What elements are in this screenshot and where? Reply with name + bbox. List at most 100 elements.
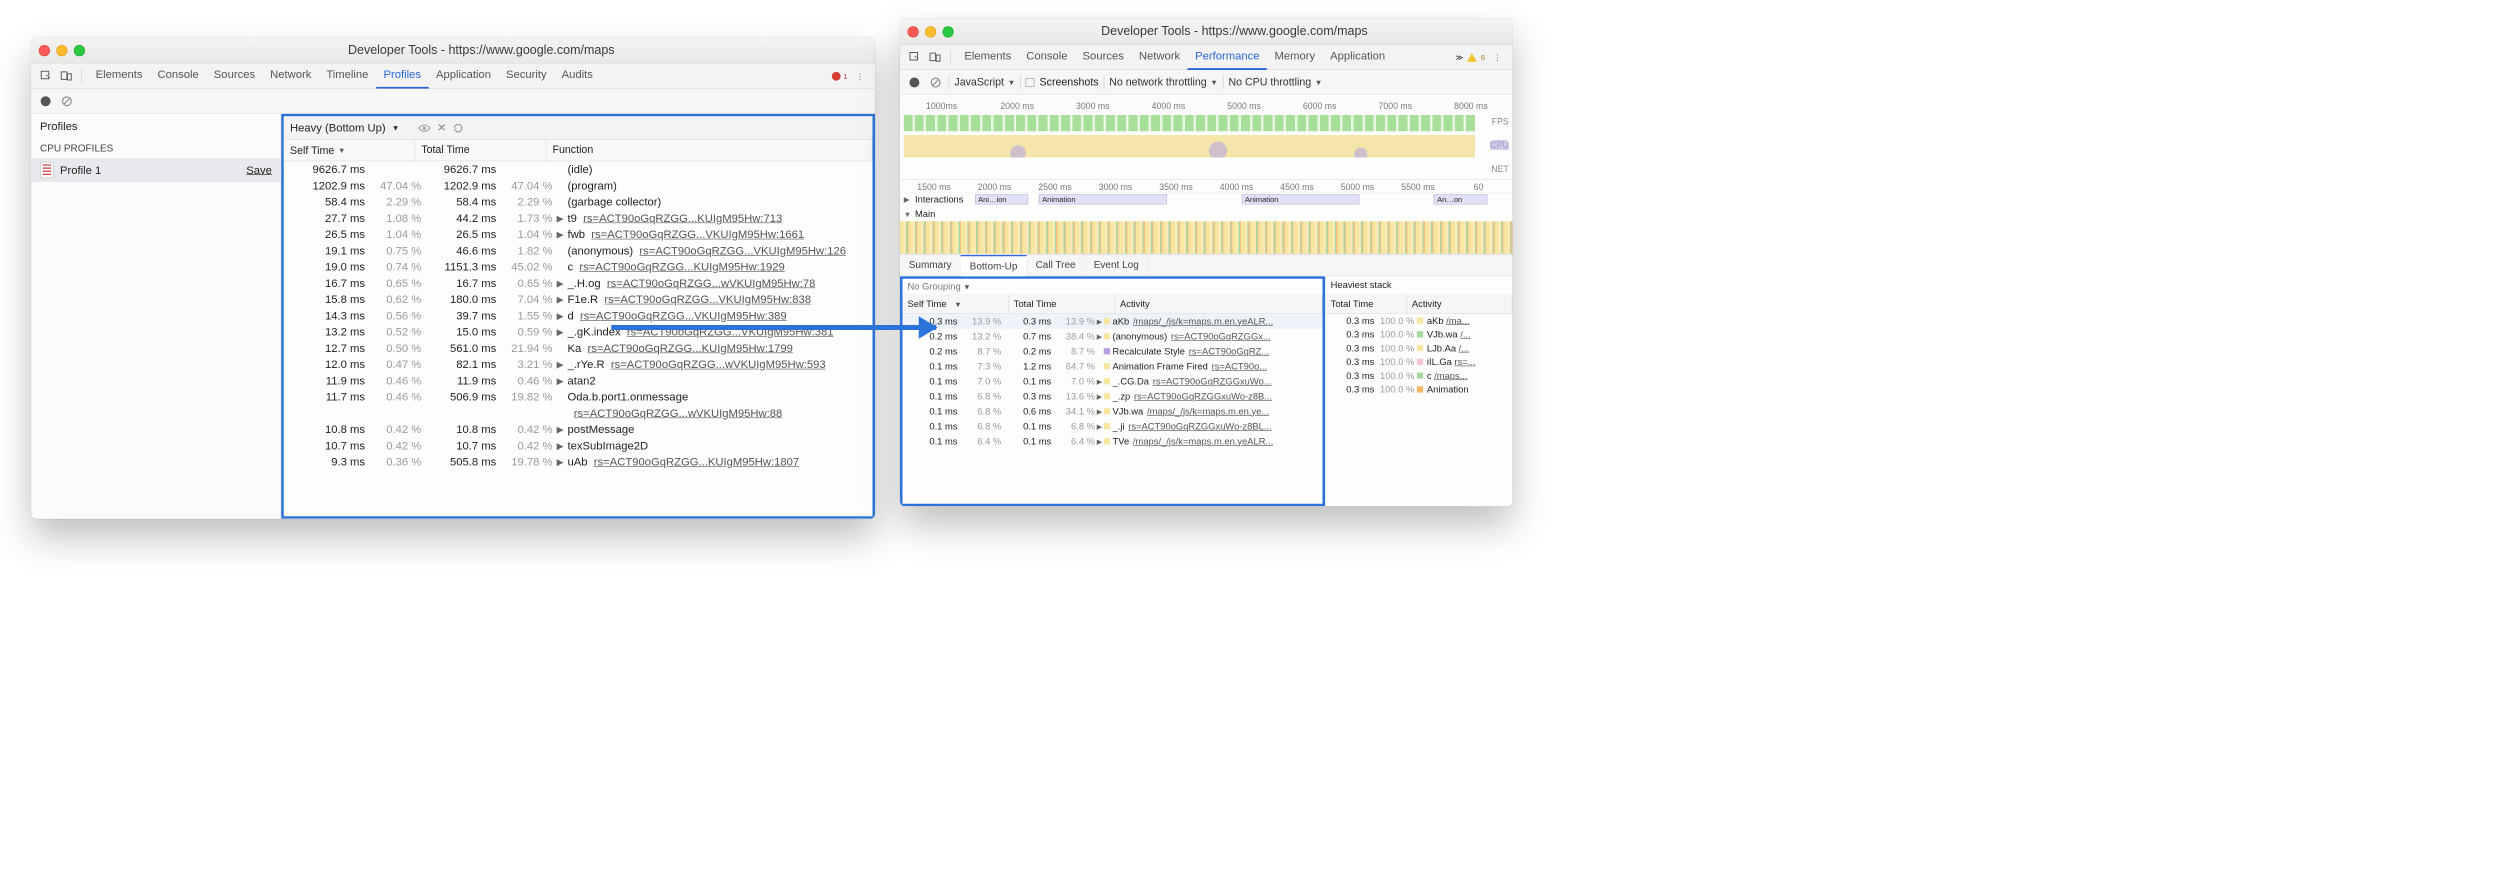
overview-time-ruler[interactable]: 1000ms2000 ms3000 ms4000 ms5000 ms6000 m…	[900, 95, 1513, 111]
minimize-dot[interactable]	[56, 45, 67, 56]
save-link[interactable]: Save	[246, 163, 272, 176]
table-row[interactable]: 9.3 ms0.36 %505.8 ms19.78 %▶uAbrs=ACT90o…	[284, 454, 873, 470]
expand-icon[interactable]: ▶	[553, 424, 568, 435]
device-toggle-icon[interactable]	[58, 67, 76, 85]
titlebar[interactable]: Developer Tools - https://www.google.com…	[900, 19, 1513, 45]
tab-network[interactable]: Network	[263, 63, 319, 89]
animation-bar[interactable]: Animation	[1039, 195, 1167, 205]
clear-button[interactable]	[928, 74, 944, 90]
tab-memory[interactable]: Memory	[1267, 44, 1323, 70]
source-link[interactable]: rs=ACT90oGqRZGG...wVKUIgM95Hw:78	[607, 277, 816, 290]
source-link[interactable]: rs=ACT90oGqRZ...	[1189, 346, 1269, 357]
zoom-dot[interactable]	[74, 45, 85, 56]
col-activity[interactable]: Activity	[1115, 295, 1323, 313]
col-function[interactable]: Function	[546, 140, 872, 161]
tab-elements[interactable]: Elements	[88, 63, 150, 89]
table-row[interactable]: 10.7 ms0.42 %10.7 ms0.42 %▶texSubImage2D	[284, 438, 873, 454]
record-button[interactable]	[38, 93, 54, 109]
expand-icon[interactable]: ▶	[553, 440, 568, 451]
table-row[interactable]: 12.0 ms0.47 %82.1 ms3.21 %▶_.rYe.Rrs=ACT…	[284, 356, 873, 372]
source-link[interactable]: rs=ACT90oGqRZGG...wVKUIgM95Hw:88	[574, 407, 783, 420]
col-total-time[interactable]: Total Time	[1009, 295, 1115, 313]
source-link[interactable]: /maps...	[1434, 370, 1467, 381]
expand-icon[interactable]: ▶	[1095, 422, 1104, 430]
expand-icon[interactable]: ▶	[904, 195, 912, 204]
source-link[interactable]: /...	[1460, 329, 1470, 340]
titlebar[interactable]: Developer Tools - https://www.google.com…	[31, 38, 875, 64]
table-row[interactable]: 0.3 ms100.0 %c /maps...	[1326, 369, 1513, 383]
clear-button[interactable]	[59, 93, 75, 109]
table-row[interactable]: rs=ACT90oGqRZGG...wVKUIgM95Hw:88	[284, 405, 873, 421]
source-link[interactable]: rs=ACT90oGqRZGGxuWo...	[1153, 376, 1272, 387]
chevron-down-icon[interactable]: ▼	[392, 123, 399, 132]
view-select[interactable]: Heavy (Bottom Up)	[290, 121, 386, 134]
animation-bar[interactable]: An…on	[1434, 195, 1487, 205]
source-link[interactable]: rs=...	[1454, 357, 1475, 368]
main-track-header[interactable]: ▼ Main	[900, 207, 1513, 221]
expand-icon[interactable]: ▶	[1095, 407, 1104, 415]
animation-bar[interactable]: Animation	[1242, 195, 1359, 205]
bottom-up-rows[interactable]: 0.3 ms13.9 %0.3 ms13.9 %▶aKb/maps/_/js/k…	[903, 314, 1323, 504]
source-link[interactable]: rs=ACT90oGqRZGG...KUIgM95Hw:1807	[594, 455, 799, 468]
tab-audits[interactable]: Audits	[554, 63, 600, 89]
table-row[interactable]: 9626.7 ms9626.7 ms(idle)	[284, 161, 873, 177]
table-row[interactable]: 58.4 ms2.29 %58.4 ms2.29 %(garbage colle…	[284, 194, 873, 210]
table-row[interactable]: 0.2 ms8.7 %0.2 ms8.7 %Recalculate Styler…	[903, 344, 1323, 359]
source-link[interactable]: rs=ACT90oGqRZGG...KUIgM95Hw:713	[583, 212, 782, 225]
expand-icon[interactable]: ▶	[553, 457, 568, 468]
table-row[interactable]: 10.8 ms0.42 %10.8 ms0.42 %▶postMessage	[284, 421, 873, 437]
expand-icon[interactable]: ▶	[1095, 317, 1104, 325]
device-toggle-icon[interactable]	[926, 48, 944, 66]
table-row[interactable]: 12.7 ms0.50 %561.0 ms21.94 %Kars=ACT90oG…	[284, 340, 873, 356]
source-link[interactable]: rs=ACT90oGqRZGG...wVKUIgM95Hw:593	[611, 358, 826, 371]
expand-icon[interactable]: ▶	[553, 278, 568, 289]
flame-chart[interactable]	[900, 221, 1513, 254]
eye-icon[interactable]	[418, 123, 431, 132]
col-activity[interactable]: Activity	[1407, 295, 1513, 313]
source-link[interactable]: rs=ACT90oGqRZGG...VKUIgM95Hw:838	[604, 293, 811, 306]
interactions-track[interactable]: ▶ Interactions Ani…ionAnimationAnimation…	[900, 192, 1513, 206]
col-total-time[interactable]: Total Time	[1326, 295, 1407, 313]
table-row[interactable]: 0.1 ms6.8 %0.6 ms34.1 %▶VJb.wa/maps/_/js…	[903, 404, 1323, 419]
source-link[interactable]: rs=ACT90oGqRZGG...VKUIgM95Hw:1661	[591, 228, 804, 241]
zoom-dot[interactable]	[943, 26, 954, 37]
source-link[interactable]: /maps/_/js/k=maps.m.en.ye...	[1147, 406, 1269, 417]
table-row[interactable]: 16.7 ms0.65 %16.7 ms0.65 %▶_.H.ogrs=ACT9…	[284, 275, 873, 291]
collapse-icon[interactable]: ▼	[904, 210, 912, 219]
table-row[interactable]: 0.3 ms100.0 %VJb.wa /...	[1326, 328, 1513, 342]
tab-sources[interactable]: Sources	[206, 63, 262, 89]
table-row[interactable]: 0.3 ms100.0 %iIL.Ga rs=...	[1326, 355, 1513, 369]
table-row[interactable]: 0.3 ms100.0 %LJb.Aa /...	[1326, 341, 1513, 355]
expand-icon[interactable]: ▶	[553, 213, 568, 224]
tab-application[interactable]: Application	[428, 63, 498, 89]
table-row[interactable]: 11.9 ms0.46 %11.9 ms0.46 %▶atan2	[284, 373, 873, 389]
expand-icon[interactable]: ▶	[553, 310, 568, 321]
expand-icon[interactable]: ▶	[1095, 332, 1104, 340]
table-row[interactable]: 0.1 ms7.3 %1.2 ms64.7 %Animation Frame F…	[903, 359, 1323, 374]
error-badge[interactable]: 1	[832, 72, 847, 81]
table-row[interactable]: 15.8 ms0.62 %180.0 ms7.04 %▶F1e.Rrs=ACT9…	[284, 291, 873, 307]
source-link[interactable]: rs=ACT90oGqRZGGx...	[1171, 331, 1271, 342]
tab-elements[interactable]: Elements	[957, 44, 1019, 70]
screenshots-checkbox[interactable]	[1026, 78, 1035, 87]
more-icon[interactable]: ⋮	[1489, 48, 1507, 66]
close-dot[interactable]	[908, 26, 919, 37]
refresh-icon[interactable]	[453, 122, 464, 133]
network-throttle-select[interactable]: No network throttling▼	[1109, 76, 1218, 89]
overflow-icon[interactable]: ≫	[1455, 53, 1463, 62]
expand-icon[interactable]: ▶	[1095, 377, 1104, 385]
table-row[interactable]: 0.1 ms7.0 %0.1 ms7.0 %▶_.CG.Dars=ACT90oG…	[903, 374, 1323, 389]
table-row[interactable]: 19.1 ms0.75 %46.6 ms1.82 %(anonymous)rs=…	[284, 243, 873, 259]
table-row[interactable]: 0.3 ms100.0 %aKb /ma...	[1326, 314, 1513, 328]
tab-profiles[interactable]: Profiles	[376, 63, 429, 89]
close-dot[interactable]	[39, 45, 50, 56]
minimize-dot[interactable]	[925, 26, 936, 37]
col-self-time[interactable]: Self Time ▼	[903, 295, 1009, 313]
bottom-tab-call-tree[interactable]: Call Tree	[1027, 255, 1085, 276]
profile-type-select[interactable]: JavaScript▼	[954, 76, 1015, 89]
table-row[interactable]: 0.3 ms13.9 %0.3 ms13.9 %▶aKb/maps/_/js/k…	[903, 314, 1323, 329]
grouping-select[interactable]: No Grouping ▼	[903, 279, 1323, 295]
source-link[interactable]: /ma...	[1446, 315, 1469, 326]
col-self-time[interactable]: Self Time▼	[284, 140, 415, 161]
expand-icon[interactable]: ▶	[553, 359, 568, 370]
